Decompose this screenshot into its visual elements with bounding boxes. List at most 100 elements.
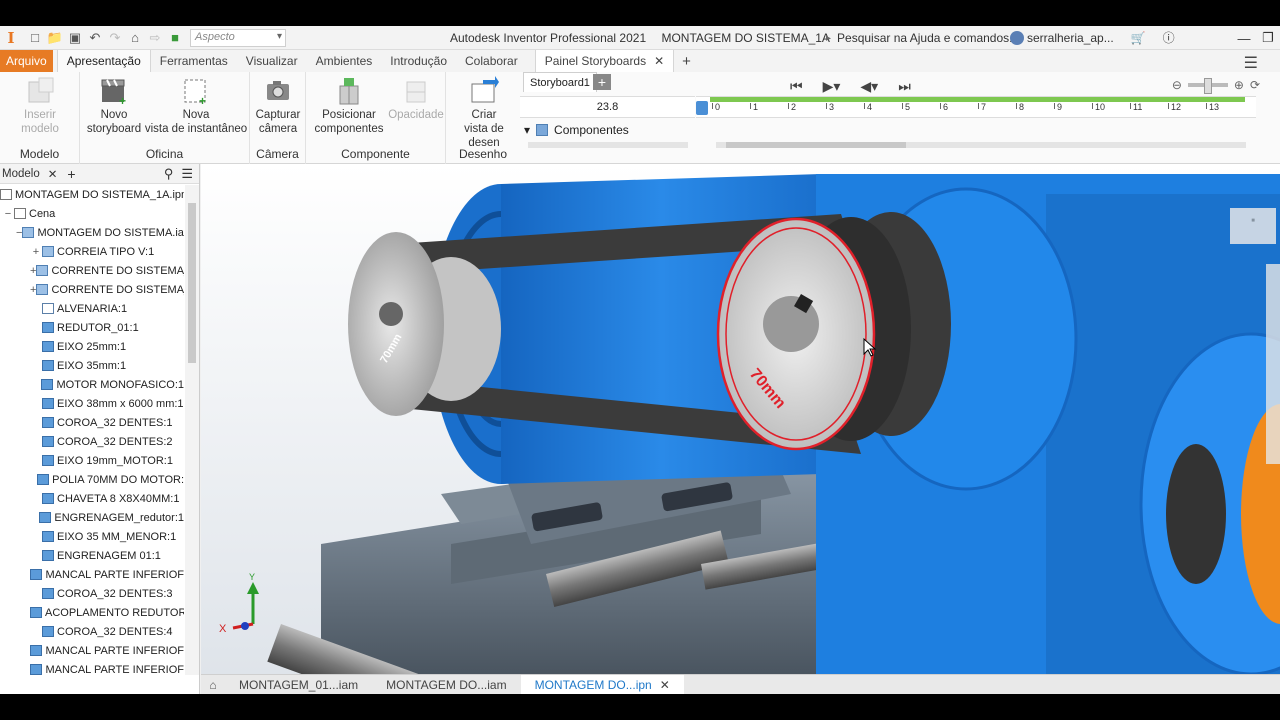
tree-scene[interactable]: − Cena	[0, 204, 184, 223]
menu-icon[interactable]: ☰	[1244, 53, 1258, 73]
tree-item[interactable]: MANCAL PARTE INFERIOF	[0, 565, 184, 584]
timeline-ruler[interactable]: 0 1 2 3 4 5 6 7 8 9 10 11 12 13	[696, 96, 1256, 118]
storyboard-tab[interactable]: Storyboard1	[523, 72, 597, 92]
components-label: Componentes	[554, 123, 629, 137]
tree-item[interactable]: EIXO 38mm x 6000 mm:1	[0, 394, 184, 413]
tab-ferramentas[interactable]: Ferramentas	[151, 50, 237, 72]
position-components-button[interactable]: Posicionar componentes	[310, 76, 388, 136]
tree-item[interactable]: ENGRENAGEM_redutor:1	[0, 508, 184, 527]
timeline-horizontal-scrollbar[interactable]	[716, 142, 1246, 148]
graphics-viewport[interactable]: 70mm 70mm Y X ■	[201, 164, 1280, 674]
create-drawing-view-button[interactable]: Criar vista de desen	[448, 76, 520, 150]
doc-tab-montagem-01[interactable]: MONTAGEM_01...iam	[225, 675, 372, 695]
close-icon[interactable]: ✕	[660, 678, 670, 692]
home-icon[interactable]: ⌂	[201, 678, 225, 692]
tab-apresentacao[interactable]: Apresentação	[56, 50, 151, 72]
tree-item[interactable]: COROA_32 DENTES:3	[0, 584, 184, 603]
new-storyboard-button[interactable]: + Novo storyboard	[84, 76, 144, 136]
go-to-start-icon[interactable]: ⏮	[790, 78, 803, 95]
tree-item[interactable]: REDUTOR_01:1	[0, 318, 184, 337]
tree-item[interactable]: COROA_32 DENTES:2	[0, 432, 184, 451]
doc-tab-montagem-do-ipn[interactable]: MONTAGEM DO...ipn ✕	[520, 674, 684, 694]
help-icon[interactable]: ⓘ	[1163, 29, 1175, 46]
play-reverse-icon[interactable]: ◀▾	[860, 78, 878, 95]
user-menu[interactable]: serralheria_ap... 🛒 ⓘ	[1010, 29, 1175, 46]
playhead-icon[interactable]	[696, 101, 708, 115]
play-icon[interactable]: ▶▾	[823, 78, 841, 95]
doc-tab-montagem-do-iam[interactable]: MONTAGEM DO...iam	[372, 675, 520, 695]
add-tab-icon[interactable]: +	[674, 50, 699, 72]
expand-icon[interactable]: +	[30, 246, 42, 258]
tree-item[interactable]: + CORREIA TIPO V:1	[0, 242, 184, 261]
left-horizontal-scrollbar[interactable]	[528, 142, 688, 148]
zoom-out-icon[interactable]: ⊖	[1172, 78, 1182, 92]
undo-icon[interactable]: ↶	[86, 29, 104, 47]
zoom-in-icon[interactable]: ⊕	[1234, 78, 1244, 92]
tree-item[interactable]: EIXO 35mm:1	[0, 356, 184, 375]
tree-item[interactable]: + CORRENTE DO SISTEMA_	[0, 261, 184, 280]
tree-item[interactable]: EIXO 35 MM_MENOR:1	[0, 527, 184, 546]
minimize-icon[interactable]: —	[1232, 31, 1256, 46]
tree-assembly[interactable]: − MONTAGEM DO SISTEMA.iam	[0, 223, 184, 242]
tab-introducao[interactable]: Introdução	[381, 50, 456, 72]
inventor-logo-icon[interactable]: I	[0, 26, 22, 50]
tree-root[interactable]: MONTAGEM DO SISTEMA_1A.ipn	[0, 185, 184, 204]
home-icon[interactable]: ⌂	[126, 29, 144, 47]
menu-icon[interactable]: ☰	[181, 166, 193, 182]
opacity-button[interactable]: Opacidade	[388, 76, 444, 122]
close-icon[interactable]: ✕	[48, 167, 58, 181]
timeline-tick	[826, 103, 827, 109]
current-time-value[interactable]: 23.8	[520, 96, 695, 118]
add-storyboard-icon[interactable]: +	[593, 74, 611, 90]
back-icon[interactable]: ⇨	[146, 29, 164, 47]
part-icon	[42, 626, 54, 637]
maximize-icon[interactable]: ❐	[1256, 30, 1280, 46]
zoom-slider[interactable]	[1187, 78, 1228, 94]
tree-item[interactable]: MOTOR MONOFASICO:1	[0, 375, 184, 394]
tree-item[interactable]: ALVENARIA:1	[0, 299, 184, 318]
tree-item[interactable]: MANCAL PARTE INFERIOF	[0, 641, 184, 660]
browser-title[interactable]: Modelo	[2, 168, 40, 180]
capture-camera-button[interactable]: Capturar câmera	[252, 76, 304, 136]
tree-item-label: COROA_32 DENTES:2	[57, 435, 173, 448]
tree-item[interactable]: ENGRENAGEM 01:1	[0, 546, 184, 565]
refresh-icon[interactable]: ⟳	[1250, 78, 1260, 92]
chevron-right-icon: ▸	[826, 32, 832, 44]
add-browser-icon[interactable]: +	[67, 166, 75, 182]
appearance-icon[interactable]: ■	[166, 29, 184, 47]
tab-visualizar[interactable]: Visualizar	[237, 50, 307, 72]
tree-item[interactable]: POLIA 70MM DO MOTOR:	[0, 470, 184, 489]
redo-icon[interactable]: ↷	[106, 29, 124, 47]
browser-vertical-scrollbar[interactable]	[185, 185, 199, 675]
go-to-end-icon[interactable]: ⏭	[898, 78, 911, 95]
new-snapshot-button[interactable]: + Nova vista de instantâneo	[144, 76, 248, 136]
insert-model-button[interactable]: Inserir modelo	[4, 76, 76, 136]
tree-item[interactable]: EIXO 25mm:1	[0, 337, 184, 356]
tab-arquivo[interactable]: Arquivo	[0, 50, 53, 72]
tab-painel-storyboards[interactable]: Painel Storyboards ✕	[534, 50, 675, 72]
tree-item[interactable]: COROA_32 DENTES:4	[0, 622, 184, 641]
save-icon[interactable]: ▣	[66, 29, 84, 47]
tree-item[interactable]: COROA_32 DENTES:1	[0, 413, 184, 432]
navigation-bar[interactable]	[1266, 264, 1280, 464]
tab-ambientes[interactable]: Ambientes	[307, 50, 382, 72]
components-row[interactable]: ▾ Componentes	[520, 119, 690, 141]
new-file-icon[interactable]: □	[26, 29, 44, 47]
search-icon[interactable]: ⚲	[164, 166, 174, 182]
close-icon[interactable]: ✕	[654, 54, 664, 68]
tree-item[interactable]: CHAVETA 8 X8X40MM:1	[0, 489, 184, 508]
tree-scene-label: Cena	[29, 207, 56, 220]
viewcube[interactable]: ■	[1230, 208, 1276, 244]
appearance-select[interactable]: Aspecto ▾	[190, 28, 286, 47]
tree-item[interactable]: EIXO 19mm_MOTOR:1	[0, 451, 184, 470]
collapse-icon[interactable]: −	[2, 208, 14, 220]
chevron-down-icon[interactable]: ▾	[524, 123, 530, 137]
help-search[interactable]: ▸ Pesquisar na Ajuda e comandos.	[826, 29, 1012, 47]
tab-colaborar[interactable]: Colaborar	[456, 50, 527, 72]
ribbon-tabs: Arquivo Apresentação Ferramentas Visuali…	[0, 50, 1280, 72]
cart-icon[interactable]: 🛒	[1131, 31, 1146, 45]
tree-item[interactable]: MANCAL PARTE INFERIOF	[0, 660, 184, 675]
open-folder-icon[interactable]: 📁	[46, 29, 64, 47]
tree-item[interactable]: + CORRENTE DO SISTEMA_	[0, 280, 184, 299]
tree-item[interactable]: ACOPLAMENTO REDUTOR	[0, 603, 184, 622]
